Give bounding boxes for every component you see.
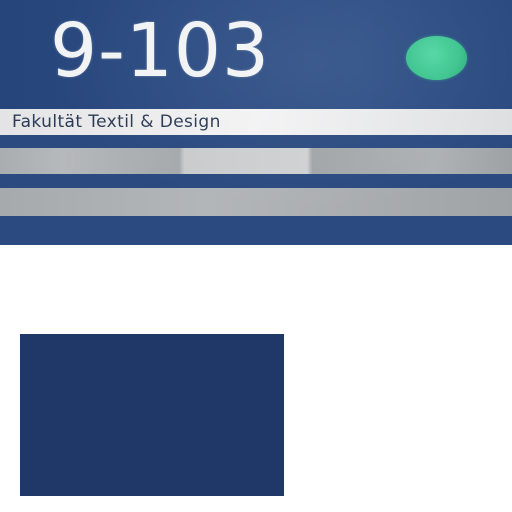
room-number: 9-103	[50, 8, 271, 94]
sign-divider	[0, 135, 512, 148]
door-sign: 9-103 Fakultät Textil & Design	[0, 0, 512, 245]
sign-divider	[0, 174, 512, 188]
blank-name-strip	[0, 148, 512, 174]
sign-bottom-band	[0, 216, 512, 245]
blank-name-strip	[0, 188, 512, 216]
department-label: Fakultät Textil & Design	[12, 112, 221, 132]
blue-color-swatch	[20, 334, 284, 496]
status-indicator-dot	[406, 36, 467, 80]
image-canvas: 9-103 Fakultät Textil & Design	[0, 0, 512, 512]
